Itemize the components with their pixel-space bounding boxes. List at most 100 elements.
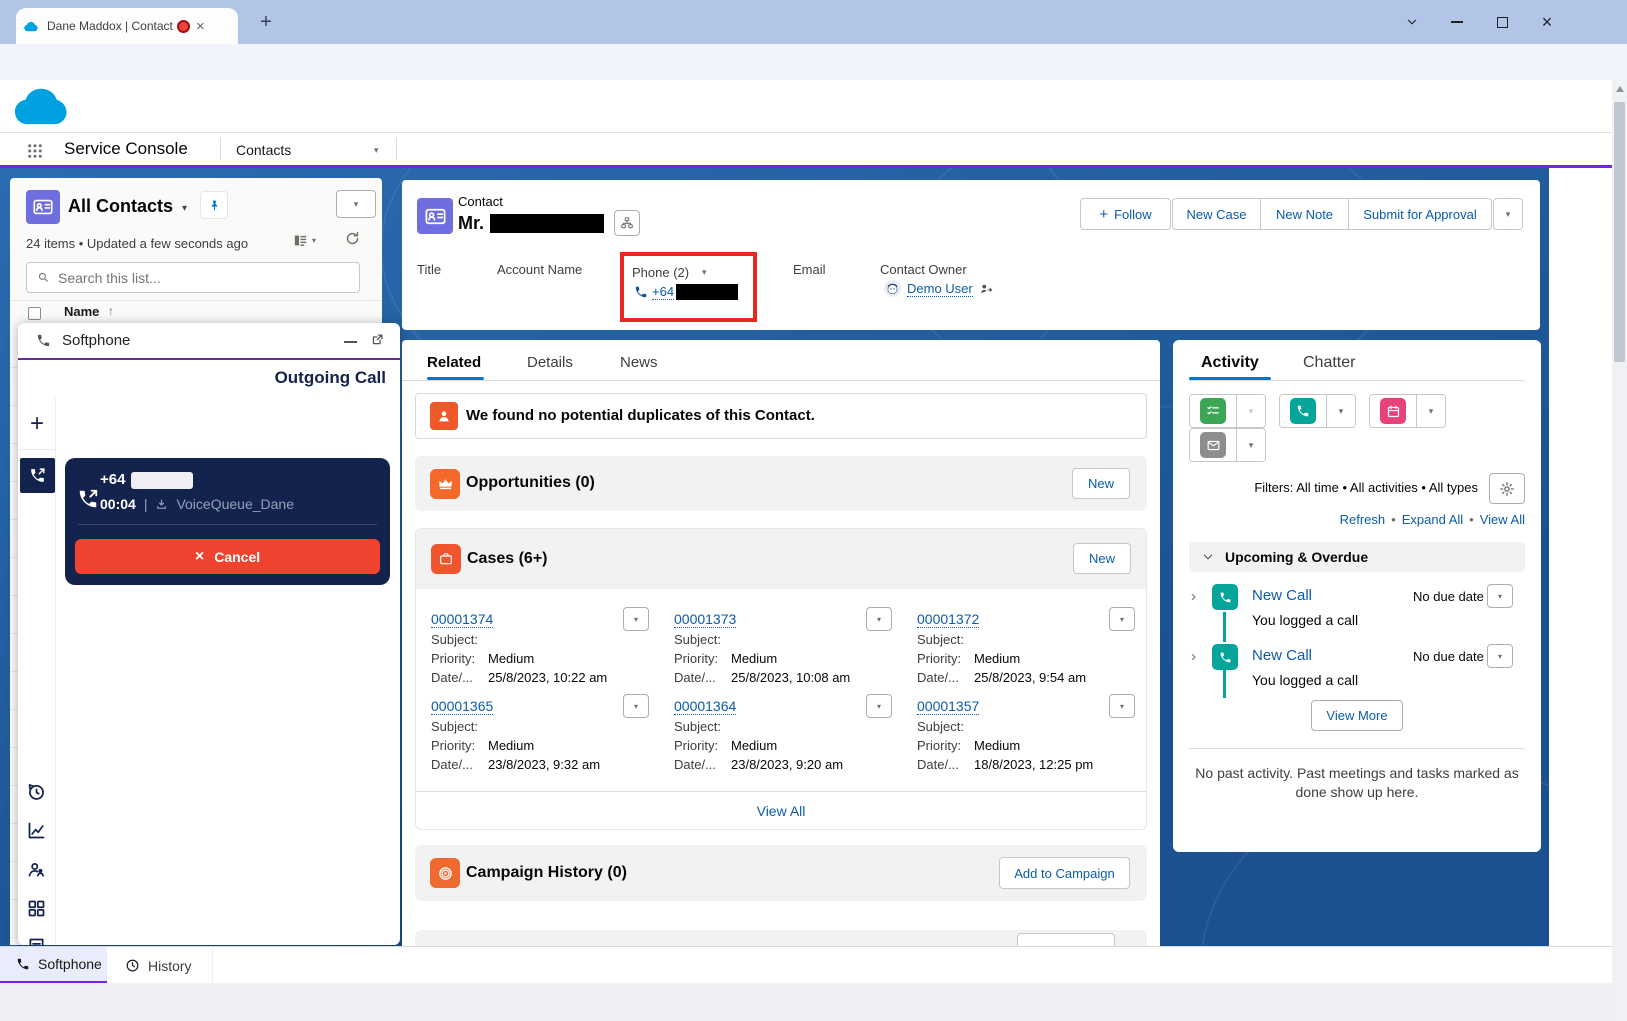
upcoming-overdue-section[interactable]: Upcoming & Overdue [1189,542,1525,572]
app-launcher-waffle-icon[interactable] [26,142,44,160]
activity-dropdown[interactable]: ▾ [1487,584,1513,608]
refresh-link[interactable]: Refresh [1340,512,1386,527]
scrollbar-thumb[interactable] [1614,102,1625,362]
tab-news[interactable]: News [620,354,658,371]
window-maximize-icon[interactable] [1488,10,1516,34]
case-number-link[interactable]: 00001374 [431,611,493,628]
new-case-button[interactable]: New Case [1172,198,1261,230]
field-account-label: Account Name [497,262,582,277]
expand-item-icon[interactable]: › [1191,648,1196,665]
case-number-link[interactable]: 00001364 [674,698,736,715]
new-case-button[interactable]: New [1073,543,1131,574]
display-as-icon[interactable]: ▾ [292,232,316,249]
case-row-dropdown[interactable]: ▾ [1109,694,1135,718]
contacts-tab-dropdown-icon[interactable]: ▾ [374,145,379,156]
log-call-button[interactable] [1280,395,1326,427]
tab-chatter[interactable]: Chatter [1303,354,1355,372]
activity-dropdown[interactable]: ▾ [1487,644,1513,668]
call-history-icon[interactable] [26,781,47,802]
view-all-link[interactable]: View All [1480,512,1525,527]
case-number-link[interactable]: 00001372 [917,611,979,628]
select-all-checkbox[interactable] [28,307,41,320]
more-actions-dropdown[interactable]: ▾ [1493,198,1523,230]
case-row-dropdown[interactable]: ▾ [1109,607,1135,631]
activity-title-link[interactable]: New Call [1252,587,1312,604]
new-task-button-group: ▾ [1189,394,1266,428]
window-minimize-icon[interactable] [1443,10,1471,34]
tab-activity[interactable]: Activity [1201,354,1259,372]
hierarchy-icon[interactable] [614,210,640,236]
list-actions-dropdown[interactable]: ▾ [336,190,376,218]
cancel-call-button[interactable]: × Cancel [75,539,380,574]
owner-link[interactable]: Demo User [907,281,973,297]
window-dropdown-icon[interactable] [1398,10,1426,34]
change-owner-icon[interactable] [979,282,993,296]
activity-title-link[interactable]: New Call [1252,647,1312,664]
popout-icon[interactable] [370,332,385,347]
opportunities-title[interactable]: Opportunities (0) [466,474,595,492]
tab-close-icon[interactable]: × [196,18,205,35]
new-task-button[interactable] [1190,395,1236,427]
case-row-dropdown[interactable]: ▾ [623,607,649,631]
window-close-icon[interactable]: × [1533,10,1561,34]
scroll-up-arrow[interactable] [1616,86,1624,92]
email-button[interactable] [1190,429,1236,461]
cases-footer: View All [416,791,1146,830]
dialpad-grid-icon[interactable] [26,898,47,919]
column-name[interactable]: Name [64,304,99,319]
expand-all-link[interactable]: Expand All [1402,512,1463,527]
list-view-title[interactable]: All Contacts [68,196,173,217]
case-row-dropdown[interactable]: ▾ [623,694,649,718]
activity-settings-gear-icon[interactable] [1489,473,1525,504]
event-dropdown-icon[interactable]: ▾ [1416,395,1445,427]
browser-scrollbar[interactable] [1612,80,1627,1021]
phone-link[interactable]: +64 [652,284,674,300]
call-dropdown-icon[interactable]: ▾ [1326,395,1355,427]
list-view-dropdown-icon[interactable]: ▾ [182,203,187,214]
submit-approval-button[interactable]: Submit for Approval [1349,198,1492,230]
cases-title[interactable]: Cases (6+) [467,550,548,568]
contacts-icon[interactable] [26,859,47,880]
duplicates-icon [430,402,458,430]
case-number-link[interactable]: 00001357 [917,698,979,715]
new-call-plus-icon[interactable]: + [18,398,56,450]
case-number-link[interactable]: 00001373 [674,611,736,628]
field-phone-label: Phone (2) [632,265,689,280]
utility-history-tab[interactable]: History [107,947,213,984]
section-collapse-icon[interactable] [1201,550,1215,564]
list-search[interactable] [26,262,360,293]
utility-softphone-label: Softphone [38,956,102,972]
active-call-tab-icon[interactable] [20,458,55,493]
phone-value[interactable]: +64 [634,284,738,300]
utility-softphone-tab[interactable]: Softphone [0,947,107,984]
section-title: Upcoming & Overdue [1225,549,1368,565]
analytics-icon[interactable] [26,820,47,841]
phone-dropdown-icon[interactable]: ▾ [702,267,707,278]
expand-item-icon[interactable]: › [1191,588,1196,605]
refresh-list-icon[interactable] [344,230,361,247]
history-clock-icon [125,958,140,973]
email-dropdown-icon[interactable]: ▾ [1236,429,1265,461]
case-row-dropdown[interactable]: ▾ [866,607,892,631]
call-number-prefix: +64 [100,471,125,488]
campaign-history-title[interactable]: Campaign History (0) [466,864,627,882]
new-note-button[interactable]: New Note [1261,198,1349,230]
task-dropdown-icon[interactable]: ▾ [1236,395,1265,427]
tab-related[interactable]: Related [427,354,481,371]
add-to-campaign-button[interactable]: Add to Campaign [999,857,1130,889]
follow-button[interactable]: +Follow [1080,198,1171,230]
tab-details[interactable]: Details [527,354,573,371]
list-search-input[interactable] [58,270,338,286]
view-all-link[interactable]: View All [757,803,806,819]
minimize-icon[interactable] [344,341,357,343]
new-opportunity-button[interactable]: New [1072,468,1130,499]
case-row-dropdown[interactable]: ▾ [866,694,892,718]
pin-list-icon[interactable] [200,191,228,219]
new-tab-button[interactable]: + [254,10,278,34]
browser-tab[interactable]: Dane Maddox | Contact | Sal × [16,8,238,44]
case-number-link[interactable]: 00001365 [431,698,493,715]
new-event-button[interactable] [1370,395,1416,427]
call-activity-icon [1212,584,1238,610]
tab-contacts[interactable]: Contacts [236,142,291,158]
view-more-button[interactable]: View More [1311,700,1403,731]
